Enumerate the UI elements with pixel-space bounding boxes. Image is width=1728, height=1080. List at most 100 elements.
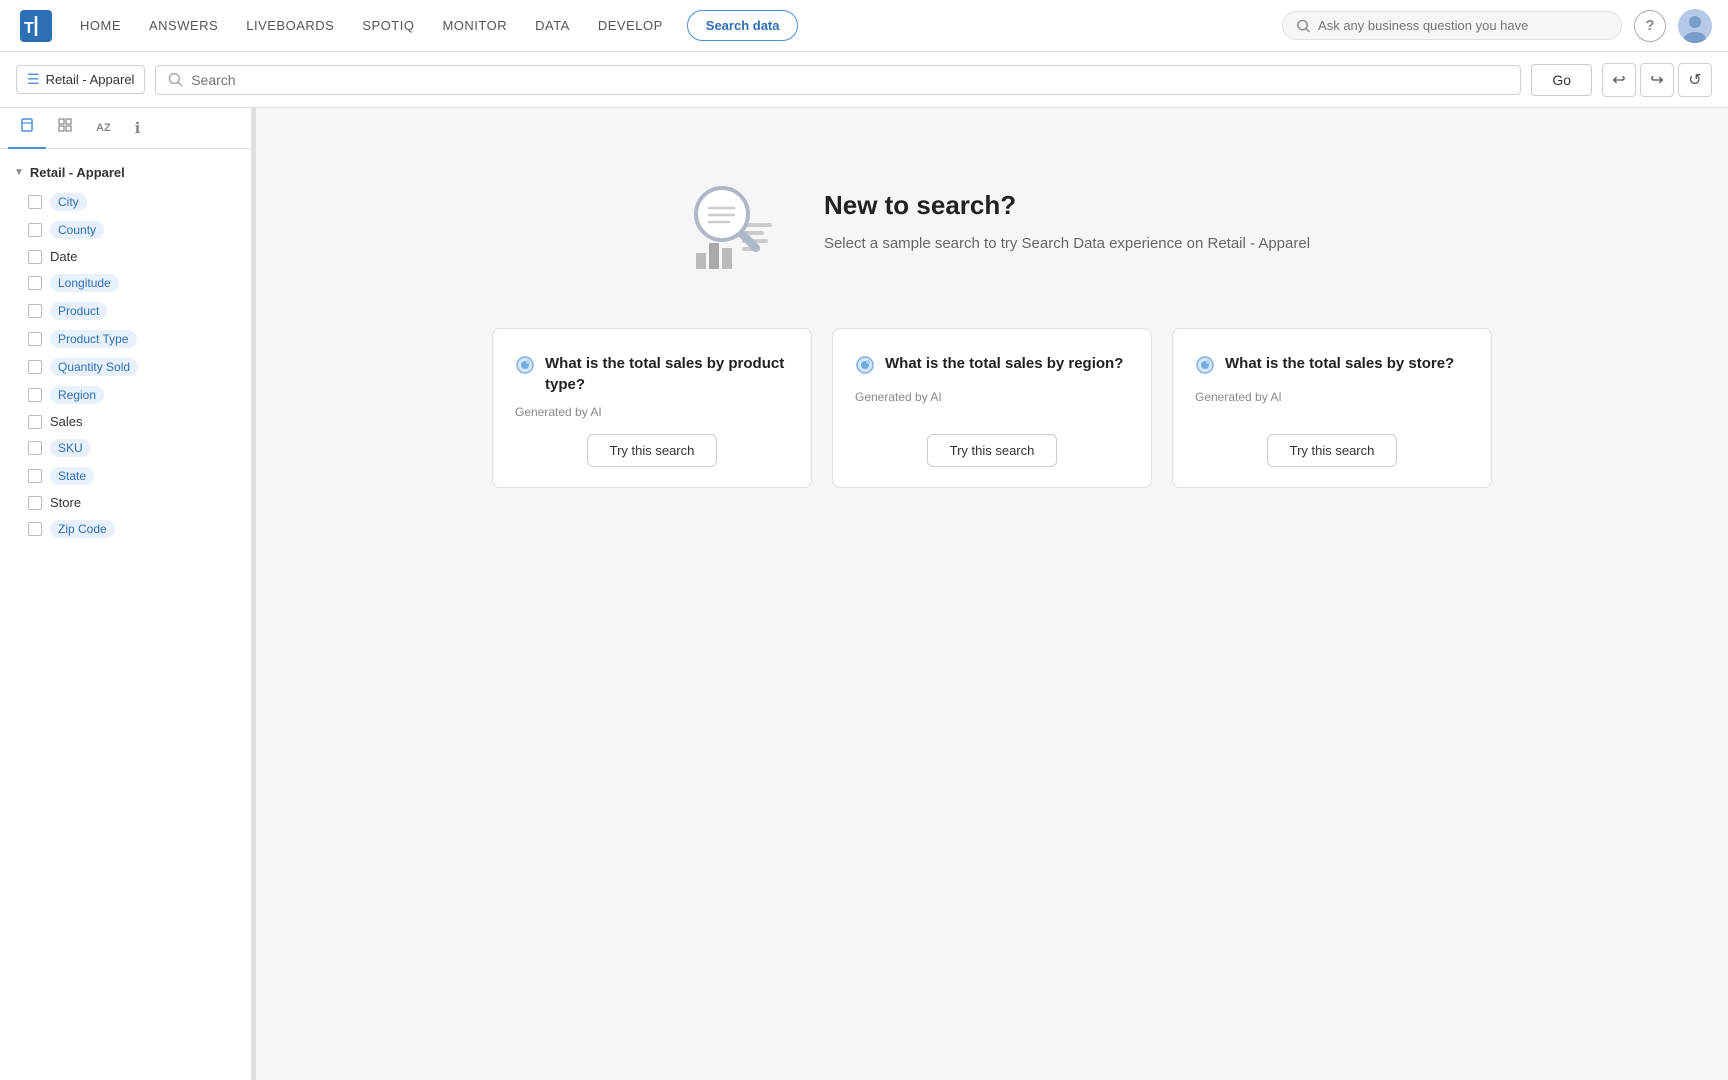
field-item[interactable]: Date: [0, 244, 251, 269]
sidebar-section-header[interactable]: ▼ Retail - Apparel: [0, 157, 251, 188]
toolbar-buttons: ↩ ↪ ↺: [1602, 63, 1712, 97]
field-label: Product Type: [50, 330, 137, 348]
tab-bookmark[interactable]: [8, 108, 46, 149]
ai-icon: [1195, 355, 1215, 380]
search-input-wrap[interactable]: [155, 65, 1521, 95]
field-item[interactable]: County: [0, 216, 251, 244]
card-generated-by: Generated by AI: [1195, 390, 1469, 404]
ai-search-input[interactable]: [1318, 18, 1607, 33]
sidebar-content: ▼ Retail - Apparel City County Date Longitu…: [0, 149, 251, 1080]
datasource-label: Retail - Apparel: [46, 72, 135, 87]
field-label: State: [50, 467, 94, 485]
field-checkbox[interactable]: [28, 469, 42, 483]
card-question-row: What is the total sales by product type?: [515, 353, 789, 395]
nav-links: HOME ANSWERS LIVEBOARDS SPOTIQ MONITOR D…: [68, 10, 1282, 41]
main-layout: AZ ℹ ▼ Retail - Apparel City County Date Lo…: [0, 108, 1728, 1080]
field-checkbox[interactable]: [28, 195, 42, 209]
field-checkbox[interactable]: [28, 304, 42, 318]
field-label: Date: [50, 249, 77, 264]
datasource-pill[interactable]: ☰ Retail - Apparel: [16, 65, 145, 94]
field-checkbox[interactable]: [28, 276, 42, 290]
chevron-down-icon: ▼: [14, 167, 24, 178]
field-checkbox[interactable]: [28, 360, 42, 374]
top-nav: T HOME ANSWERS LIVEBOARDS SPOTIQ MONITOR…: [0, 0, 1728, 52]
field-label: Product: [50, 302, 107, 320]
card-question-row: What is the total sales by store?: [1195, 353, 1469, 380]
try-search-button[interactable]: Try this search: [587, 434, 718, 467]
try-search-button[interactable]: Try this search: [927, 434, 1058, 467]
card-question: What is the total sales by region?: [885, 353, 1123, 374]
field-label: SKU: [50, 439, 91, 457]
field-item[interactable]: Quantity Sold: [0, 353, 251, 381]
field-label: Region: [50, 386, 104, 404]
refresh-button[interactable]: ↺: [1678, 63, 1712, 97]
nav-home[interactable]: HOME: [68, 12, 133, 39]
ai-icon: [515, 355, 535, 380]
nav-spotiq[interactable]: SPOTIQ: [350, 12, 426, 39]
go-button[interactable]: Go: [1531, 64, 1592, 96]
ai-search-box[interactable]: [1282, 11, 1622, 40]
field-item[interactable]: State: [0, 462, 251, 490]
field-item[interactable]: Product Type: [0, 325, 251, 353]
main-search-input[interactable]: [191, 72, 1508, 88]
field-label: City: [50, 193, 87, 211]
sidebar-tabs: AZ ℹ: [0, 108, 251, 149]
ai-icon: [855, 355, 875, 380]
field-item[interactable]: SKU: [0, 434, 251, 462]
search-data-button[interactable]: Search data: [687, 10, 799, 41]
field-label: County: [50, 221, 104, 239]
field-label: Longitude: [50, 274, 119, 292]
sample-card: What is the total sales by store? Genera…: [1172, 328, 1492, 488]
nav-liveboards[interactable]: LIVEBOARDS: [234, 12, 346, 39]
grid-icon: [58, 118, 72, 132]
field-checkbox[interactable]: [28, 250, 42, 264]
nav-data[interactable]: DATA: [523, 12, 582, 39]
field-list: City County Date Longitude Product Product Ty…: [0, 188, 251, 543]
field-checkbox[interactable]: [28, 415, 42, 429]
card-generated-by: Generated by AI: [855, 390, 1129, 404]
hero-subtitle: Select a sample search to try Search Dat…: [824, 233, 1310, 256]
field-checkbox[interactable]: [28, 388, 42, 402]
field-checkbox[interactable]: [28, 223, 42, 237]
logo[interactable]: T: [16, 6, 56, 46]
hero-illustration: [674, 168, 784, 278]
redo-button[interactable]: ↪: [1640, 63, 1674, 97]
field-checkbox[interactable]: [28, 332, 42, 346]
undo-button[interactable]: ↩: [1602, 63, 1636, 97]
list-icon: ☰: [27, 71, 40, 88]
field-label: Sales: [50, 414, 83, 429]
field-item[interactable]: Region: [0, 381, 251, 409]
field-checkbox[interactable]: [28, 522, 42, 536]
field-label: Quantity Sold: [50, 358, 138, 376]
field-item[interactable]: Sales: [0, 409, 251, 434]
nav-monitor[interactable]: MONITOR: [430, 12, 519, 39]
sample-cards: What is the total sales by product type?…: [492, 328, 1492, 488]
nav-develop[interactable]: DEVELOP: [586, 12, 675, 39]
field-label: Store: [50, 495, 81, 510]
try-search-button[interactable]: Try this search: [1267, 434, 1398, 467]
field-item[interactable]: Longitude: [0, 269, 251, 297]
bookmark-icon: [20, 118, 34, 132]
field-checkbox[interactable]: [28, 441, 42, 455]
nav-answers[interactable]: ANSWERS: [137, 12, 230, 39]
search-icon: [1297, 19, 1310, 33]
avatar[interactable]: [1678, 9, 1712, 43]
field-item[interactable]: Product: [0, 297, 251, 325]
field-item[interactable]: Zip Code: [0, 515, 251, 543]
search-row: ☰ Retail - Apparel Go ↩ ↪ ↺: [0, 52, 1728, 108]
field-item[interactable]: City: [0, 188, 251, 216]
field-checkbox[interactable]: [28, 496, 42, 510]
card-question-row: What is the total sales by region?: [855, 353, 1129, 380]
nav-right: ?: [1282, 9, 1712, 43]
section-title: Retail - Apparel: [30, 165, 125, 180]
sample-card: What is the total sales by region? Gener…: [832, 328, 1152, 488]
tab-sort[interactable]: AZ: [84, 108, 123, 149]
field-item[interactable]: Store: [0, 490, 251, 515]
search-icon: [168, 72, 183, 87]
card-generated-by: Generated by AI: [515, 405, 789, 419]
hero-text: New to search? Select a sample search to…: [824, 190, 1310, 256]
svg-text:T: T: [24, 20, 34, 37]
tab-grid[interactable]: [46, 108, 84, 149]
tab-info[interactable]: ℹ: [123, 108, 153, 149]
help-button[interactable]: ?: [1634, 10, 1666, 42]
